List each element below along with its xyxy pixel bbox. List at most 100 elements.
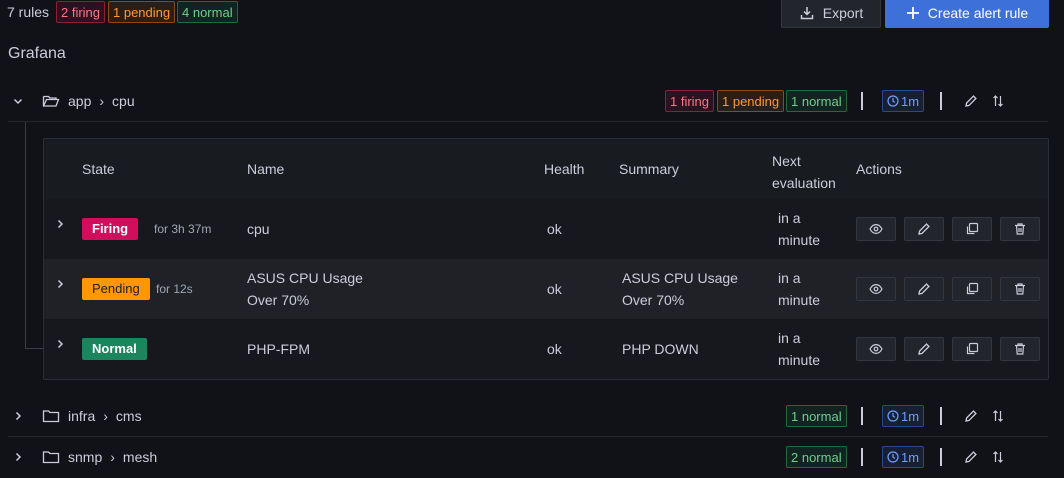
download-icon (799, 5, 815, 21)
rules-count: 7 rules (7, 4, 50, 20)
state-duration: for 12s (156, 282, 193, 296)
column-header-actions: Actions (856, 161, 902, 177)
view-rule-button[interactable] (856, 337, 896, 361)
divider (861, 92, 863, 110)
view-rule-button[interactable] (856, 277, 896, 301)
breadcrumb-separator: › (103, 408, 108, 424)
state-badge: Pending (82, 278, 150, 300)
next-evaluation: in a minute (778, 270, 821, 308)
next-evaluation: in a minute (778, 210, 821, 248)
copy-icon (965, 282, 979, 296)
eye-icon (869, 342, 883, 356)
folder-icon (42, 449, 60, 465)
interval-value: 1m (901, 408, 920, 424)
divider (861, 448, 863, 466)
group-normal-badge: 2 normal (786, 446, 847, 468)
chevron-right-icon[interactable] (8, 410, 28, 422)
trash-icon (1013, 282, 1027, 296)
folder-name[interactable]: infra (68, 408, 95, 424)
group-normal-badge: 1 normal (786, 405, 847, 427)
group-divider (8, 436, 1048, 437)
eye-icon (869, 282, 883, 296)
group-normal-badge: 1 normal (786, 90, 847, 112)
duplicate-rule-button[interactable] (952, 337, 992, 361)
eye-icon (869, 222, 883, 236)
group-interval-badge: 1m (882, 90, 925, 112)
interval-value: 1m (901, 449, 920, 465)
clock-icon (887, 410, 899, 422)
clock-icon (887, 451, 899, 463)
expand-row-chevron-icon[interactable] (54, 218, 66, 230)
rule-group-row: app › cpu 1 firing 1 pending 1 normal 1m (8, 84, 1048, 118)
duplicate-rule-button[interactable] (952, 217, 992, 241)
sort-icon[interactable] (987, 90, 1009, 112)
pending-count-badge: 1 pending (108, 1, 176, 23)
table-row: Pending for 12s ASUS CPU Usage Over 70% … (44, 259, 1048, 319)
breadcrumb-separator: › (99, 93, 105, 109)
rule-name: ASUS CPU Usage Over 70% (247, 270, 363, 308)
table-header: State Name Health Summary Next evaluatio… (44, 139, 1048, 199)
pen-icon (917, 282, 931, 296)
plus-icon (906, 6, 920, 20)
export-label: Export (822, 5, 864, 21)
duplicate-rule-button[interactable] (952, 277, 992, 301)
group-firing-badge: 1 firing (665, 90, 715, 112)
edit-rule-button[interactable] (904, 277, 944, 301)
folder-name[interactable]: snmp (68, 449, 102, 465)
rule-health: ok (547, 281, 562, 297)
group-title: snmp › mesh (42, 449, 157, 465)
divider (940, 407, 942, 425)
next-evaluation: in a minute (778, 330, 821, 368)
delete-rule-button[interactable] (1000, 337, 1040, 361)
rules-summary-bar: 7 rules 2 firing 1 pending 4 normal Expo… (0, 0, 1064, 28)
sort-icon[interactable] (987, 446, 1009, 468)
tree-line (25, 122, 26, 349)
group-title: infra › cms (42, 408, 142, 424)
divider (940, 448, 942, 466)
interval-value: 1m (901, 93, 920, 109)
trash-icon (1013, 342, 1027, 356)
pen-icon[interactable] (960, 90, 982, 112)
chevron-down-icon[interactable] (8, 95, 28, 107)
rule-summary: PHP DOWN (622, 341, 699, 357)
group-name: cms (115, 408, 142, 424)
state-duration: for 3h 37m (154, 222, 212, 236)
rule-name: cpu (247, 221, 270, 237)
expand-row-chevron-icon[interactable] (54, 278, 66, 290)
edit-rule-button[interactable] (904, 337, 944, 361)
create-alert-rule-button[interactable]: Create alert rule (885, 0, 1049, 28)
breadcrumb-separator: › (110, 449, 115, 465)
export-button[interactable]: Export (781, 0, 881, 28)
delete-rule-button[interactable] (1000, 277, 1040, 301)
chevron-right-icon[interactable] (8, 451, 28, 463)
folder-icon (42, 408, 60, 424)
edit-rule-button[interactable] (904, 217, 944, 241)
view-rule-button[interactable] (856, 217, 896, 241)
divider (940, 92, 942, 110)
pen-icon (917, 342, 931, 356)
tree-line (25, 348, 43, 349)
rule-group-row: infra › cms 1 normal 1m (8, 399, 1048, 433)
pen-icon[interactable] (960, 446, 982, 468)
rule-group-row: snmp › mesh 2 normal 1m (8, 440, 1048, 474)
folder-name[interactable]: app (68, 93, 91, 109)
normal-count-badge: 4 normal (177, 1, 238, 23)
rule-summary: ASUS CPU Usage Over 70% (622, 270, 738, 308)
pen-icon[interactable] (960, 405, 982, 427)
group-interval-badge: 1m (882, 405, 925, 427)
folder-open-icon (42, 93, 60, 109)
table-row: Firing for 3h 37m cpu ok in a minute (44, 199, 1048, 259)
group-title: app › cpu (42, 93, 135, 109)
column-header-name: Name (247, 161, 285, 177)
group-divider (8, 121, 1048, 122)
firing-count-badge: 2 firing (56, 1, 106, 23)
delete-rule-button[interactable] (1000, 217, 1040, 241)
expand-row-chevron-icon[interactable] (54, 338, 66, 350)
namespace-title: Grafana (8, 45, 66, 62)
column-header-health: Health (544, 161, 585, 177)
state-badge: Normal (82, 338, 147, 360)
sort-icon[interactable] (987, 405, 1009, 427)
column-header-summary: Summary (619, 161, 679, 177)
rule-name: PHP-FPM (247, 341, 310, 357)
column-header-next-evaluation: Next evaluation (772, 153, 836, 191)
